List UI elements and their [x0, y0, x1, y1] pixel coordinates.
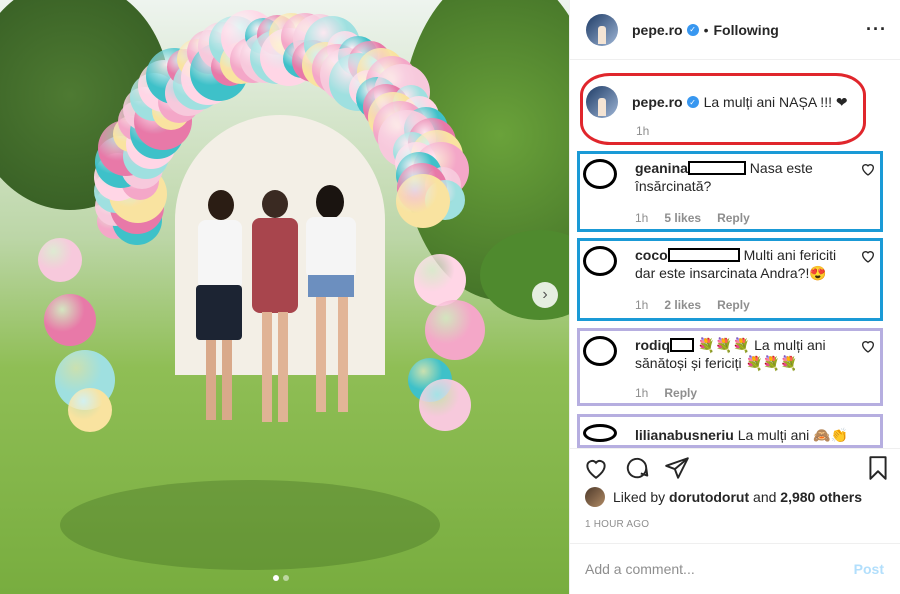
carousel-dots: [273, 575, 289, 581]
add-comment-bar: Post: [569, 543, 900, 594]
balloon: [414, 254, 466, 306]
comment-time: 1h: [635, 298, 649, 312]
comment-username[interactable]: geanina: [635, 160, 688, 176]
caption-text: La mulți ani NAȘA !!! ❤: [703, 93, 848, 110]
comment-body: geanina Nasa este însărcinată?: [635, 159, 855, 195]
more-horizontal-icon[interactable]: ···: [866, 19, 887, 40]
comment-item: geanina Nasa este însărcinată? 1h 5 like…: [577, 151, 883, 232]
redaction-box: [667, 248, 740, 262]
person-left: [192, 190, 244, 430]
person-right: [302, 185, 360, 425]
heart-icon[interactable]: [860, 161, 876, 177]
comment-body: coco Multi ani fericiti dar este insarci…: [635, 246, 855, 282]
redaction-box: [687, 161, 746, 175]
caption-time: 1h: [636, 124, 650, 138]
comment-text: La mulți ani 🙈👏: [737, 427, 849, 443]
comment-meta: 1h 5 likes Reply: [635, 211, 750, 225]
comment-likes[interactable]: 5 likes: [664, 211, 701, 225]
comment-item: lilianabusneriu La mulți ani 🙈👏: [577, 414, 883, 448]
verified-badge-icon: ✓: [686, 96, 699, 108]
liked-by-user[interactable]: dorutodorut: [669, 489, 749, 505]
comment-meta: 1h Reply: [635, 386, 697, 400]
comment-likes[interactable]: 2 likes: [664, 298, 701, 312]
post-header: pepe.ro ✓ • Following ···: [570, 0, 900, 60]
caption-username[interactable]: pepe.ro: [632, 94, 683, 110]
balloon: [395, 173, 450, 228]
reply-button[interactable]: Reply: [717, 298, 750, 312]
comment-item: rodiq 💐💐💐 La mulți ani sănătoși și feric…: [577, 328, 883, 406]
avatar[interactable]: [583, 159, 617, 189]
post-photo[interactable]: ›: [0, 0, 569, 594]
caption-avatar[interactable]: [586, 86, 618, 118]
chevron-right-icon: ›: [542, 286, 548, 303]
grass-shadow: [60, 480, 440, 570]
liked-by-and: and: [753, 489, 777, 505]
person-center: [248, 190, 302, 430]
avatar[interactable]: [583, 424, 617, 442]
reply-button[interactable]: Reply: [664, 386, 697, 400]
liked-by: Liked by dorutodorut and 2,980 others: [585, 487, 862, 507]
heart-icon[interactable]: [860, 338, 876, 354]
post-caption: pepe.ro ✓ La mulți ani NAȘA !!! ❤ 1h: [586, 86, 886, 138]
following-button[interactable]: Following: [713, 22, 778, 38]
avatar[interactable]: [585, 487, 605, 507]
share-icon[interactable]: [664, 455, 690, 481]
comment-time: 1h: [635, 211, 649, 225]
post-comment-button[interactable]: Post: [854, 561, 884, 577]
comment-item: coco Multi ani fericiti dar este insarci…: [577, 238, 883, 321]
balloon: [68, 388, 112, 432]
separator-dot: •: [703, 21, 709, 38]
comment-icon[interactable]: [624, 455, 650, 481]
carousel-dot: [283, 575, 289, 581]
carousel-dot-active: [273, 575, 279, 581]
post-timestamp[interactable]: 1 HOUR AGO: [585, 519, 649, 530]
balloon: [44, 294, 96, 346]
post-actions: Liked by dorutodorut and 2,980 others 1 …: [569, 448, 900, 548]
verified-badge-icon: ✓: [686, 23, 699, 36]
heart-icon[interactable]: [860, 248, 876, 264]
bookmark-icon[interactable]: [865, 455, 891, 481]
reply-button[interactable]: Reply: [717, 211, 750, 225]
comment-meta: 1h 2 likes Reply: [635, 298, 750, 312]
heart-icon[interactable]: [583, 455, 609, 481]
comment-time: 1h: [635, 386, 649, 400]
liked-by-others[interactable]: 2,980 others: [780, 489, 862, 505]
comment-body: lilianabusneriu La mulți ani 🙈👏: [635, 426, 855, 444]
comment-username[interactable]: rodiq: [635, 337, 670, 353]
comment-body: rodiq 💐💐💐 La mulți ani sănătoși și feric…: [635, 336, 855, 372]
avatar[interactable]: [583, 246, 617, 276]
comment-username[interactable]: lilianabusneriu: [635, 427, 734, 443]
redaction-box: [670, 338, 694, 352]
comment-input[interactable]: [585, 561, 854, 577]
balloon: [425, 300, 485, 360]
avatar[interactable]: [583, 336, 617, 366]
liked-by-prefix: Liked by: [613, 489, 666, 505]
balloon: [419, 379, 471, 431]
balloon: [38, 238, 82, 282]
comment-username[interactable]: coco: [635, 247, 668, 263]
avatar[interactable]: [586, 13, 618, 46]
next-photo-button[interactable]: ›: [532, 282, 558, 308]
header-username[interactable]: pepe.ro: [632, 22, 683, 38]
